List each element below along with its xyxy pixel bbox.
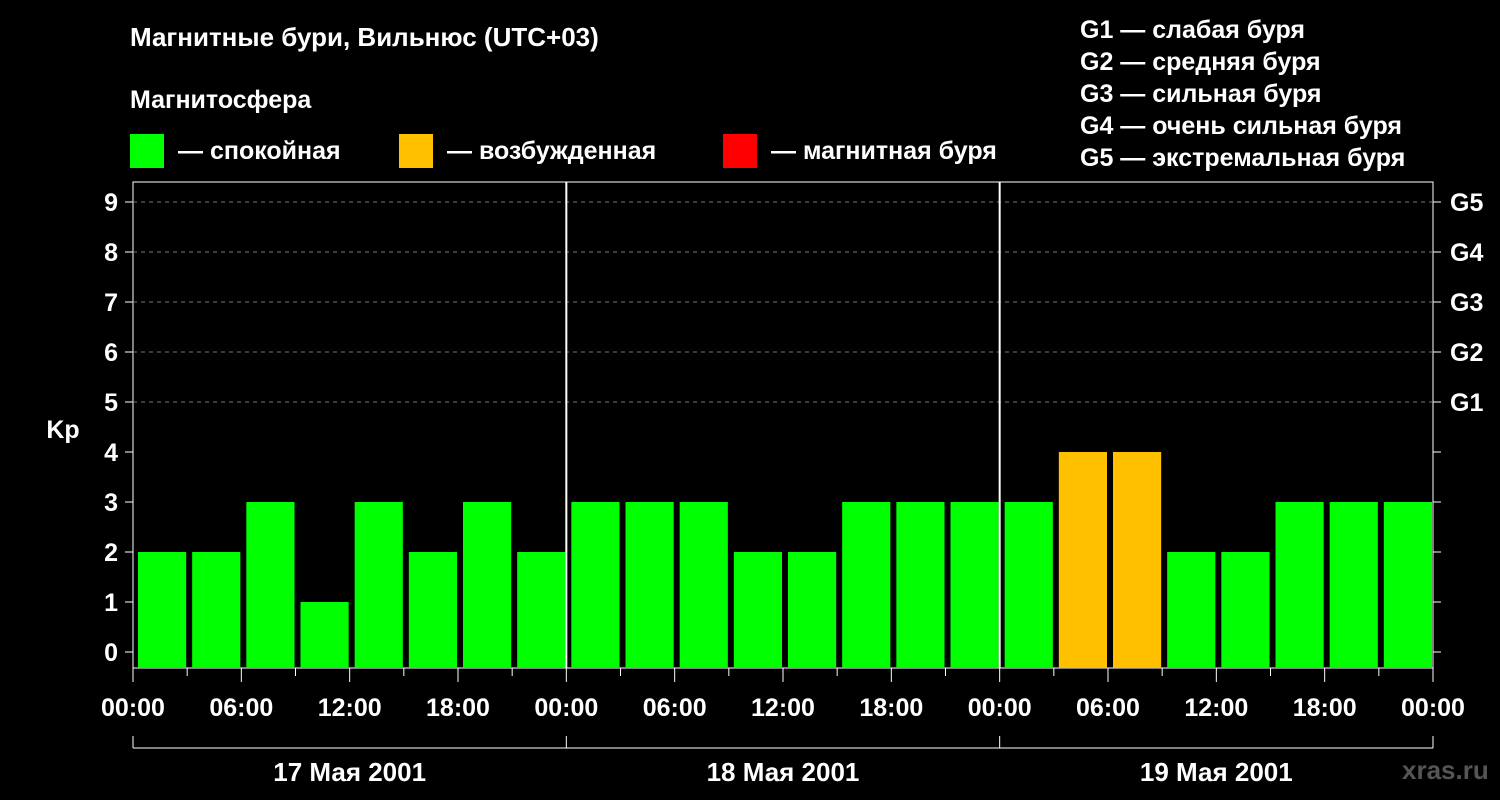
x-tick-label-7: 18:00	[859, 694, 923, 722]
right-tick-label-g5: G5	[1450, 189, 1483, 217]
y-tick-label-1: 1	[104, 589, 118, 617]
bar-17	[1058, 452, 1107, 668]
y-tick-label-6: 6	[104, 339, 118, 367]
x-tick-label-2: 12:00	[318, 694, 382, 722]
bar-11	[733, 552, 782, 668]
y-tick-label-8: 8	[104, 239, 118, 267]
y-tick-label-4: 4	[104, 439, 118, 467]
bar-13	[842, 502, 891, 668]
right-tick-label-g4: G4	[1450, 239, 1483, 267]
bar-15	[950, 502, 999, 668]
bar-2	[246, 502, 295, 668]
x-tick-label-0: 00:00	[101, 694, 165, 722]
bar-19	[1167, 552, 1216, 668]
bar-20	[1221, 552, 1270, 668]
bar-1	[192, 552, 241, 668]
y-axis-label: Kp	[46, 416, 79, 444]
right-tick-label-g3: G3	[1450, 289, 1483, 317]
bar-5	[408, 552, 457, 668]
x-tick-label-8: 00:00	[968, 694, 1032, 722]
bar-6	[463, 502, 512, 668]
bar-18	[1113, 452, 1162, 668]
y-tick-label-9: 9	[104, 189, 118, 217]
y-tick-label-2: 2	[104, 539, 118, 567]
y-tick-label-0: 0	[104, 639, 118, 667]
bar-22	[1329, 502, 1378, 668]
day-label-0: 17 Мая 2001	[273, 757, 426, 787]
bar-4	[354, 502, 403, 668]
bar-8	[571, 502, 620, 668]
day-label-2: 19 Мая 2001	[1140, 757, 1293, 787]
bar-9	[625, 502, 674, 668]
kp-chart: 0 1 2 3 4 5 6 7 8 9 G1 G2 G3 G4 G5 Kp 00:00 06:00 12:00 18:…	[46, 181, 1483, 787]
x-tick-label-4: 00:00	[534, 694, 598, 722]
watermark: xras.ru	[1402, 755, 1489, 785]
bar-21	[1275, 502, 1324, 668]
right-tick-label-g1: G1	[1450, 389, 1483, 417]
bar-0	[138, 552, 187, 668]
bar-16	[1004, 502, 1053, 668]
x-tick-label-6: 12:00	[751, 694, 815, 722]
x-tick-label-5: 06:00	[643, 694, 707, 722]
y-tick-label-5: 5	[104, 389, 118, 417]
bar-7	[517, 552, 566, 668]
x-tick-label-3: 18:00	[426, 694, 490, 722]
bar-12	[788, 552, 837, 668]
y-tick-label-7: 7	[104, 289, 118, 317]
x-tick-label-10: 12:00	[1184, 694, 1248, 722]
day-label-1: 18 Мая 2001	[707, 757, 860, 787]
bar-14	[896, 502, 945, 668]
bar-3	[300, 602, 349, 668]
x-tick-label-11: 18:00	[1293, 694, 1357, 722]
x-tick-label-9: 06:00	[1076, 694, 1140, 722]
bar-10	[679, 502, 728, 668]
y-tick-label-3: 3	[104, 489, 118, 517]
bar-23	[1383, 502, 1432, 668]
x-tick-label-1: 06:00	[209, 694, 273, 722]
right-tick-label-g2: G2	[1450, 339, 1483, 367]
x-tick-label-12: 00:00	[1401, 694, 1465, 722]
